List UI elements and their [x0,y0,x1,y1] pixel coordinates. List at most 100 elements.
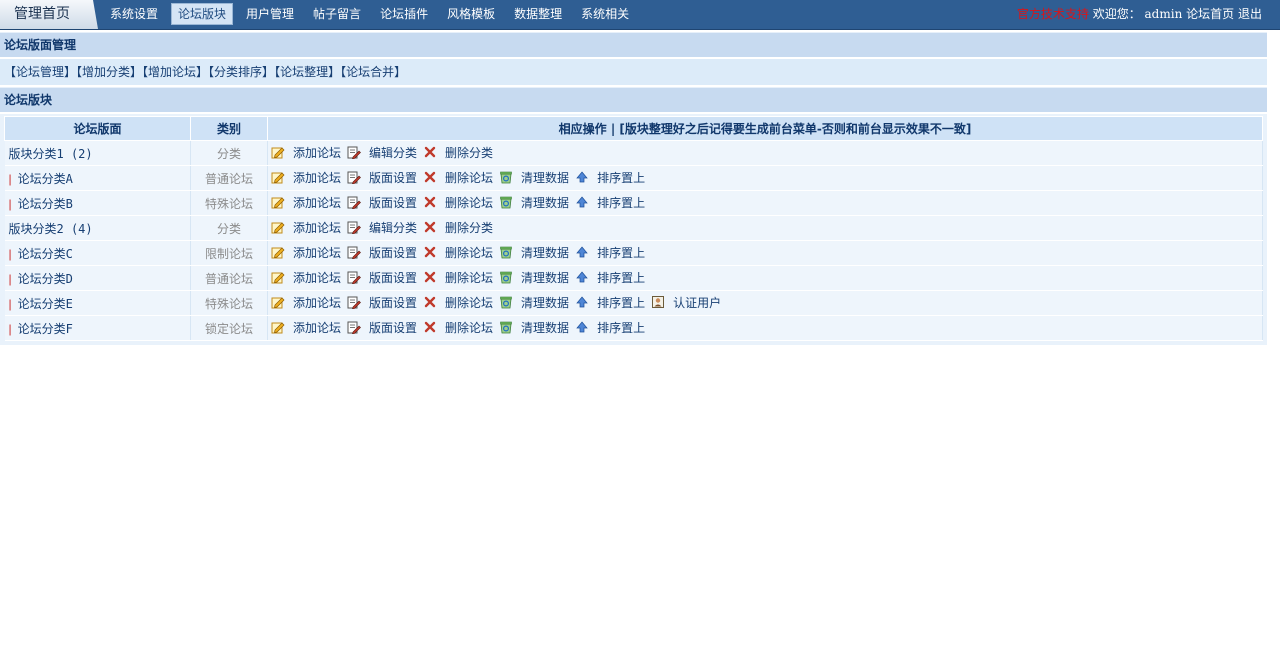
forum-name[interactable]: 论坛分类E [18,297,73,311]
forum-home-link[interactable]: 论坛首页 [1186,7,1234,21]
child-marker: | [8,196,12,211]
op-label: 添加论坛 [293,320,342,335]
op-label: 删除论坛 [445,320,494,335]
nav-item-5[interactable]: 论坛插件 [374,3,434,25]
forum-name[interactable]: 版块分类2 (4) [9,222,93,236]
forum-name[interactable]: 版块分类1 (2) [9,147,93,161]
nav-item-2[interactable]: 论坛版块 [171,3,234,25]
op-edit[interactable]: 添加论坛 [271,319,341,336]
op-edit[interactable]: 添加论坛 [271,244,341,261]
nav-item-6[interactable]: 风格模板 [441,3,501,25]
op-arrow-up[interactable]: 排序置上 [575,269,645,286]
op-arrow-up[interactable]: 排序置上 [575,319,645,336]
op-label: 清理数据 [521,295,570,310]
forum-name[interactable]: 论坛分类F [18,322,73,336]
op-delete[interactable]: 删除分类 [423,144,493,161]
forum-name[interactable]: 论坛分类B [18,197,73,211]
op-edit-doc[interactable]: 版面设置 [347,294,417,311]
op-edit-doc[interactable]: 版面设置 [347,319,417,336]
op-delete[interactable]: 删除论坛 [423,294,493,311]
table-row: | 论坛分类C 限制论坛 添加论坛 版面设置 删除论坛 清理数据 排序置上 [4,240,1263,266]
op-recycle[interactable]: 清理数据 [499,244,569,261]
edit-icon [271,320,285,334]
op-label: 清理数据 [521,245,570,260]
op-recycle[interactable]: 清理数据 [499,194,569,211]
op-label: 添加论坛 [293,295,342,310]
manage-link-2[interactable]: 【增加分类】 [76,65,142,79]
manage-link-6[interactable]: 【论坛合并】 [340,65,406,79]
op-edit[interactable]: 添加论坛 [271,169,341,186]
op-label: 清理数据 [521,320,570,335]
delete-icon [423,170,437,184]
recycle-icon [499,295,513,309]
delete-icon [423,320,437,334]
forum-name[interactable]: 论坛分类D [18,272,73,286]
op-delete[interactable]: 删除论坛 [423,244,493,261]
table-row: | 论坛分类D 普通论坛 添加论坛 版面设置 删除论坛 清理数据 排序置上 [4,265,1263,291]
op-delete[interactable]: 删除论坛 [423,319,493,336]
tech-support-link[interactable]: 官方技术支持 [1017,7,1089,21]
op-edit-doc[interactable]: 版面设置 [347,244,417,261]
op-arrow-up[interactable]: 排序置上 [575,169,645,186]
recycle-icon [499,170,513,184]
op-label: 添加论坛 [293,170,342,185]
op-label: 添加论坛 [293,270,342,285]
nav-item-3[interactable]: 用户管理 [240,3,300,25]
op-label: 版面设置 [369,295,418,310]
manage-link-4[interactable]: 【分类排序】 [208,65,274,79]
forum-name-cell: | 论坛分类B [4,190,191,216]
op-delete[interactable]: 删除论坛 [423,194,493,211]
nav-item-7[interactable]: 数据整理 [508,3,568,25]
op-recycle[interactable]: 清理数据 [499,294,569,311]
op-recycle[interactable]: 清理数据 [499,319,569,336]
op-edit[interactable]: 添加论坛 [271,219,341,236]
op-arrow-up[interactable]: 排序置上 [575,244,645,261]
op-edit-doc[interactable]: 版面设置 [347,169,417,186]
table-row: 版块分类2 (4) 分类 添加论坛 编辑分类 删除分类 [4,215,1263,241]
operations-cell: 添加论坛 版面设置 删除论坛 清理数据 排序置上 [267,240,1263,266]
op-user-cert[interactable]: 认证用户 [651,294,721,311]
operations-cell: 添加论坛 编辑分类 删除分类 [267,140,1263,166]
op-edit[interactable]: 添加论坛 [271,144,341,161]
op-edit[interactable]: 添加论坛 [271,269,341,286]
manage-link-1[interactable]: 【论坛管理】 [4,65,76,79]
manage-link-5[interactable]: 【论坛整理】 [274,65,340,79]
forum-type: 限制论坛 [190,240,268,266]
op-edit-doc[interactable]: 编辑分类 [347,144,417,161]
op-label: 排序置上 [597,295,646,310]
nav-item-4[interactable]: 帖子留言 [307,3,367,25]
forum-name[interactable]: 论坛分类A [18,172,73,186]
op-delete[interactable]: 删除分类 [423,219,493,236]
op-edit-doc[interactable]: 版面设置 [347,194,417,211]
op-edit[interactable]: 添加论坛 [271,294,341,311]
op-delete[interactable]: 删除论坛 [423,269,493,286]
child-marker: | [8,271,12,286]
table-row: | 论坛分类A 普通论坛 添加论坛 版面设置 删除论坛 清理数据 排序置上 [4,165,1263,191]
op-label: 删除论坛 [445,270,494,285]
edit-doc-icon [347,170,361,185]
edit-doc-icon [347,245,361,260]
op-edit-doc[interactable]: 版面设置 [347,269,417,286]
home-tab[interactable]: 管理首页 [0,0,98,29]
op-label: 删除分类 [445,220,494,235]
op-recycle[interactable]: 清理数据 [499,269,569,286]
op-edit-doc[interactable]: 编辑分类 [347,219,417,236]
nav-item-1[interactable]: 系统设置 [104,3,164,25]
op-arrow-up[interactable]: 排序置上 [575,294,645,311]
op-delete[interactable]: 删除论坛 [423,169,493,186]
op-edit[interactable]: 添加论坛 [271,194,341,211]
forum-name[interactable]: 论坛分类C [18,247,73,261]
nav-item-8[interactable]: 系统相关 [575,3,635,25]
logout-link[interactable]: 退出 [1238,7,1262,21]
edit-icon [271,245,285,259]
operations-cell: 添加论坛 版面设置 删除论坛 清理数据 排序置上 [267,165,1263,191]
forum-board-table: 论坛版面 类别 相应操作 | [版块整理好之后记得要生成前台菜单-否则和前台显示… [4,116,1263,341]
op-label: 清理数据 [521,270,570,285]
op-arrow-up[interactable]: 排序置上 [575,194,645,211]
arrow-up-icon [575,170,589,184]
forum-board-header: 论坛版块 [0,87,1267,112]
forum-manage-header: 论坛版面管理 [0,32,1267,57]
table-header-row: 论坛版面 类别 相应操作 | [版块整理好之后记得要生成前台菜单-否则和前台显示… [4,116,1263,141]
op-recycle[interactable]: 清理数据 [499,169,569,186]
manage-link-3[interactable]: 【增加论坛】 [142,65,208,79]
